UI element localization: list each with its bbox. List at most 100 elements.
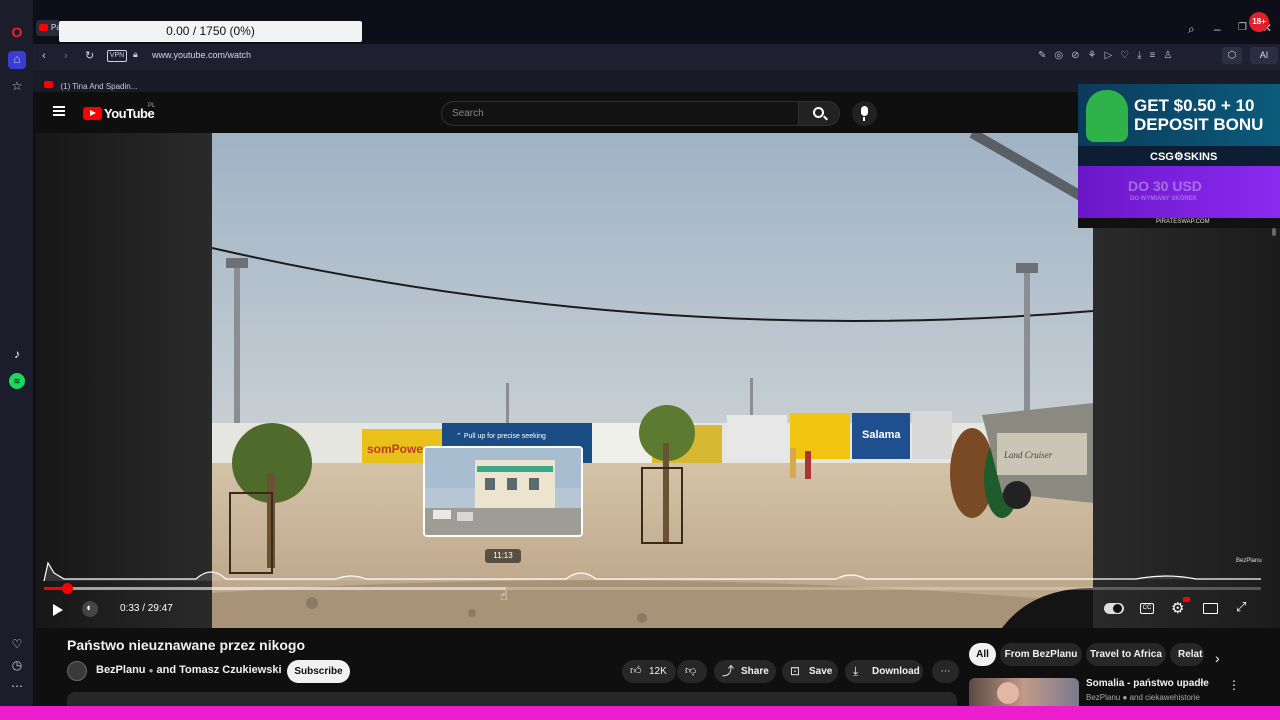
ad-headline-1: GET $0.50 + 10 xyxy=(1134,96,1255,115)
home-icon[interactable]: ⌂ xyxy=(8,51,26,69)
minimize-icon[interactable]: – xyxy=(1214,22,1221,36)
share-button[interactable]: ⤴ Share xyxy=(714,660,776,683)
download-label: Download xyxy=(872,666,920,677)
ad-footer: PIRATESWAP.COM xyxy=(1078,218,1280,228)
chip-travel[interactable]: Travel to Africa xyxy=(1086,643,1166,666)
mouse-cursor: ☝︎ xyxy=(500,588,508,603)
ad-mascot xyxy=(1086,90,1128,142)
theater-mode-icon[interactable] xyxy=(1203,603,1218,614)
ad-brand: CSG⚙SKINS xyxy=(1150,151,1218,163)
heart-icon[interactable]: ♡ xyxy=(9,636,25,652)
hamburger-menu-icon[interactable] xyxy=(53,106,65,116)
restore-icon[interactable]: ❐ xyxy=(1238,22,1247,33)
autoplay-toggle[interactable] xyxy=(1104,603,1124,614)
volume-icon: ◖ xyxy=(85,602,92,614)
microphone-icon xyxy=(861,106,868,116)
hd-badge xyxy=(1183,597,1190,602)
sign-sompower: somPower xyxy=(367,442,428,456)
address-bar[interactable]: www.youtube.com/watch xyxy=(152,50,251,60)
download-icon: ⤓ xyxy=(853,664,859,678)
ad-banner[interactable]: GET $0.50 + 10 DEPOSIT BONU CSG⚙SKINS DO… xyxy=(1078,84,1280,228)
save-button[interactable]: ⊡ Save xyxy=(782,660,838,683)
search-button[interactable] xyxy=(798,101,840,126)
ai-button[interactable]: AI xyxy=(1250,47,1278,64)
video-title: Państwo nieuznawane przez nikogo xyxy=(67,637,306,653)
time-display: 0:33 / 29:47 xyxy=(120,603,173,614)
chevron-right-icon[interactable]: › xyxy=(1215,650,1220,666)
chip-travel-label: Travel to Africa xyxy=(1090,649,1162,660)
ad-headline-2: DEPOSIT BONU xyxy=(1134,115,1264,134)
bookmark-icon: ⊡ xyxy=(790,664,801,678)
ad-promo-area: DO 30 USD DO WYMIANY SKÓREK xyxy=(1078,166,1280,218)
chevron-up-icon: ⌃ xyxy=(456,433,462,440)
bookmark-label: (1) Tina And Spadin... xyxy=(60,82,138,91)
youtube-play-icon xyxy=(83,107,102,120)
save-label: Save xyxy=(809,666,833,677)
ad-brand-bar: CSG⚙SKINS xyxy=(1078,146,1280,166)
chip-from-channel[interactable]: From BezPlanu xyxy=(1000,643,1082,666)
hover-fill xyxy=(44,587,507,590)
search-tabs-icon[interactable]: ⌕ xyxy=(1188,22,1195,37)
ad-promo: DO 30 USD xyxy=(1128,178,1202,194)
chip-all[interactable]: All xyxy=(969,643,996,666)
back-icon[interactable]: ‹ xyxy=(42,50,46,62)
opera-logo-icon[interactable]: O xyxy=(9,24,25,40)
volume-button[interactable]: ◖ xyxy=(82,601,98,617)
subscribe-label: Subscribe xyxy=(294,666,343,677)
share-icon: ⤴ xyxy=(722,664,735,678)
recommendation-channel-label: BezPlanu xyxy=(1086,693,1121,702)
more-icon[interactable]: ⋯ xyxy=(9,678,25,694)
spotify-icon[interactable]: ≋ xyxy=(9,373,25,389)
region-code: PL xyxy=(148,103,156,109)
scrollbar[interactable] xyxy=(1272,228,1276,236)
voice-search-button[interactable] xyxy=(852,101,877,126)
share-label: Share xyxy=(741,666,769,677)
like-button[interactable]: 👍︎ 12K xyxy=(622,660,676,683)
tiktok-icon[interactable]: ♪ xyxy=(9,346,25,362)
extensions-icon[interactable]: ⬡ xyxy=(1222,47,1242,64)
recommendation-channel: BezPlanu ● and ciekawehistorie xyxy=(1086,693,1200,702)
fullscreen-icon[interactable]: ⤢ xyxy=(1236,599,1246,615)
ad-promo-sub: DO WYMIANY SKÓREK xyxy=(1130,196,1197,202)
channel-avatar[interactable] xyxy=(67,661,87,681)
more-horizontal-icon: ⋯ xyxy=(940,666,951,677)
progress-track[interactable] xyxy=(44,583,1261,594)
download-button[interactable]: ⤓ Download xyxy=(845,660,923,683)
collab-label: and Tomasz Czukiewski xyxy=(156,664,282,676)
bottom-taskbar xyxy=(0,706,1280,720)
tab-youtube[interactable]: Pa xyxy=(36,20,61,36)
preview-thumbnail xyxy=(423,446,583,537)
channel-label: BezPlanu xyxy=(96,664,146,676)
counter-overlay: 0.00 / 1750 (0%) xyxy=(59,21,362,42)
preview-image xyxy=(425,448,581,535)
dislike-button[interactable]: 👎︎ xyxy=(677,660,707,683)
thumbs-down-icon: 👎︎ xyxy=(685,665,697,677)
description-box[interactable] xyxy=(67,692,957,706)
chip-from-channel-label: From BezPlanu xyxy=(1004,649,1078,660)
vpn-badge[interactable]: VPN xyxy=(107,50,127,62)
forward-icon[interactable]: › xyxy=(64,50,68,62)
channel-name[interactable]: BezPlanu ● and Tomasz Czukiewski xyxy=(96,664,282,676)
captions-icon[interactable]: CC xyxy=(1140,603,1154,614)
history-icon[interactable]: ◷ xyxy=(9,657,25,673)
heatmap-waveform xyxy=(43,561,1261,582)
recommendation-title[interactable]: Somalia - państwo upadłe xyxy=(1086,678,1209,689)
age-badge: 18+ xyxy=(1249,12,1269,32)
thumbs-up-icon: 👍︎ xyxy=(630,665,642,677)
search-placeholder: Search xyxy=(452,108,484,119)
star-icon[interactable]: ☆ xyxy=(9,78,25,94)
reload-icon[interactable]: ↻ xyxy=(85,49,94,62)
recommendation-thumbnail[interactable] xyxy=(969,678,1079,706)
toolbar-extension-icons: ✎◎⊘⚘▷♡⤓≡♙ xyxy=(1038,50,1181,61)
subscribe-button[interactable]: Subscribe xyxy=(287,660,350,683)
chip-related[interactable]: Relat xyxy=(1170,643,1204,666)
search-input[interactable]: Search xyxy=(441,101,799,126)
sign-land-cruiser: Land Cruiser xyxy=(1003,450,1053,460)
more-actions-button[interactable]: ⋯ xyxy=(932,660,959,683)
seek-hint: ⌃ Pull up for precise seeking xyxy=(456,432,546,440)
play-button[interactable] xyxy=(52,603,66,617)
seek-hint-text: Pull up for precise seeking xyxy=(463,433,546,440)
verified-icon: ● xyxy=(148,666,154,675)
sky xyxy=(212,133,1093,433)
recommendation-menu-icon[interactable]: ⋮ xyxy=(1228,678,1240,692)
